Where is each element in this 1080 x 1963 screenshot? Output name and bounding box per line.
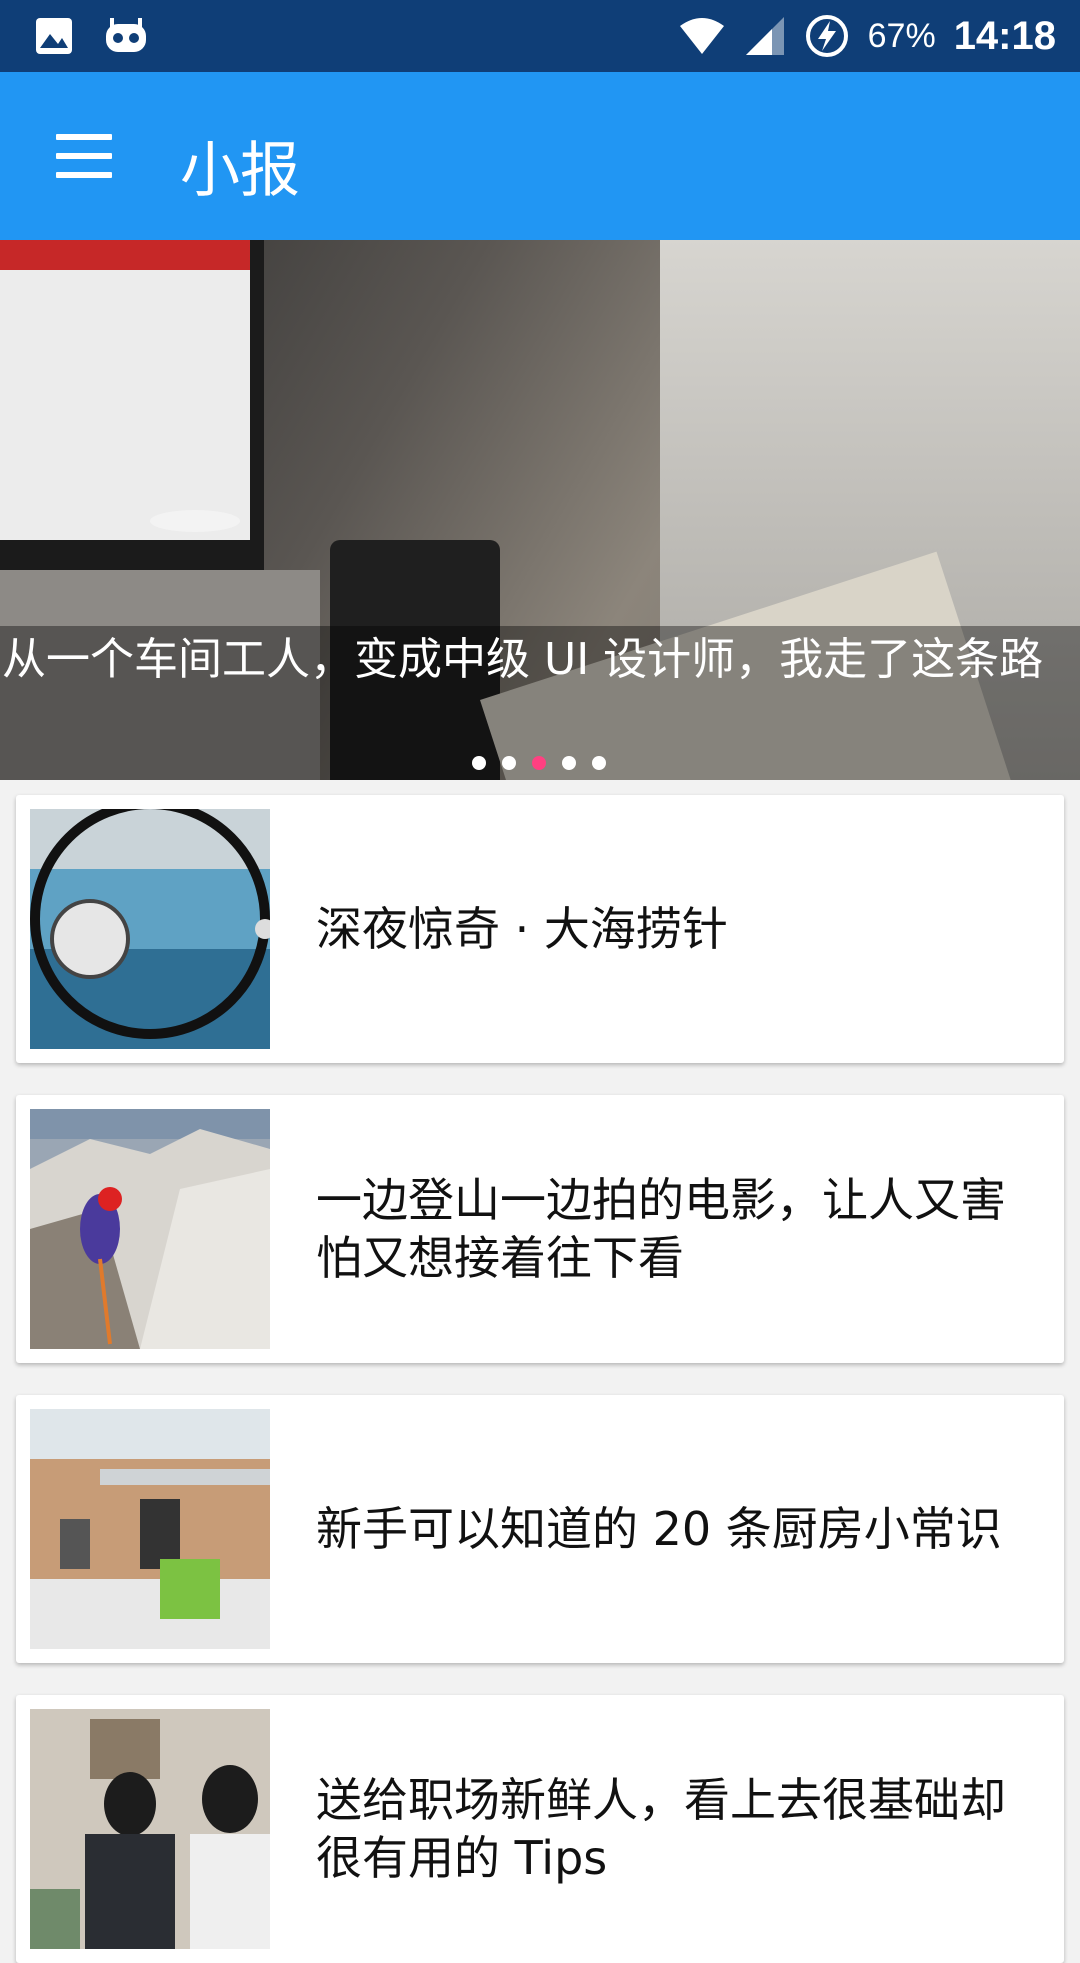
article-card[interactable]: 一边登山一边拍的电影，让人又害怕又想接着往下看 [16, 1095, 1064, 1363]
banner-caption[interactable]: 从一个车间工人，变成中级 UI 设计师，我走了这条路 [2, 632, 1078, 688]
article-thumbnail [30, 1109, 270, 1349]
pager-dot[interactable] [592, 756, 606, 770]
wifi-icon [679, 18, 724, 54]
article-card[interactable]: 深夜惊奇 · 大海捞针 [16, 795, 1064, 1063]
app-bar: 小报 [0, 72, 1080, 240]
battery-percentage: 67% [867, 16, 936, 55]
pager-dot-active[interactable] [532, 756, 546, 770]
app-title: 小报 [180, 136, 300, 206]
battery-charging-icon [805, 15, 848, 57]
article-thumbnail [30, 1709, 270, 1949]
article-title: 新手可以知道的 20 条厨房小常识 [316, 1502, 1002, 1556]
article-thumbnail [30, 809, 270, 1049]
pager-dot[interactable] [562, 756, 576, 770]
article-title: 一边登山一边拍的电影，让人又害怕又想接着往下看 [316, 1173, 1006, 1285]
pager-indicator [472, 756, 606, 770]
article-title: 送给职场新鲜人，看上去很基础却很有用的 Tips [316, 1773, 1006, 1885]
article-thumbnail [30, 1409, 270, 1649]
robot-icon [106, 18, 146, 52]
image-icon [36, 18, 72, 54]
status-bar: 67% 14:18 [0, 0, 1080, 72]
article-title: 深夜惊奇 · 大海捞针 [316, 902, 728, 956]
article-card[interactable]: 送给职场新鲜人，看上去很基础却很有用的 Tips [16, 1695, 1064, 1963]
hamburger-menu-icon[interactable] [56, 134, 112, 178]
pager-dot[interactable] [502, 756, 516, 770]
clock: 14:18 [953, 13, 1056, 58]
article-card[interactable]: 新手可以知道的 20 条厨房小常识 [16, 1395, 1064, 1663]
pager-dot[interactable] [472, 756, 486, 770]
signal-icon [745, 17, 784, 55]
